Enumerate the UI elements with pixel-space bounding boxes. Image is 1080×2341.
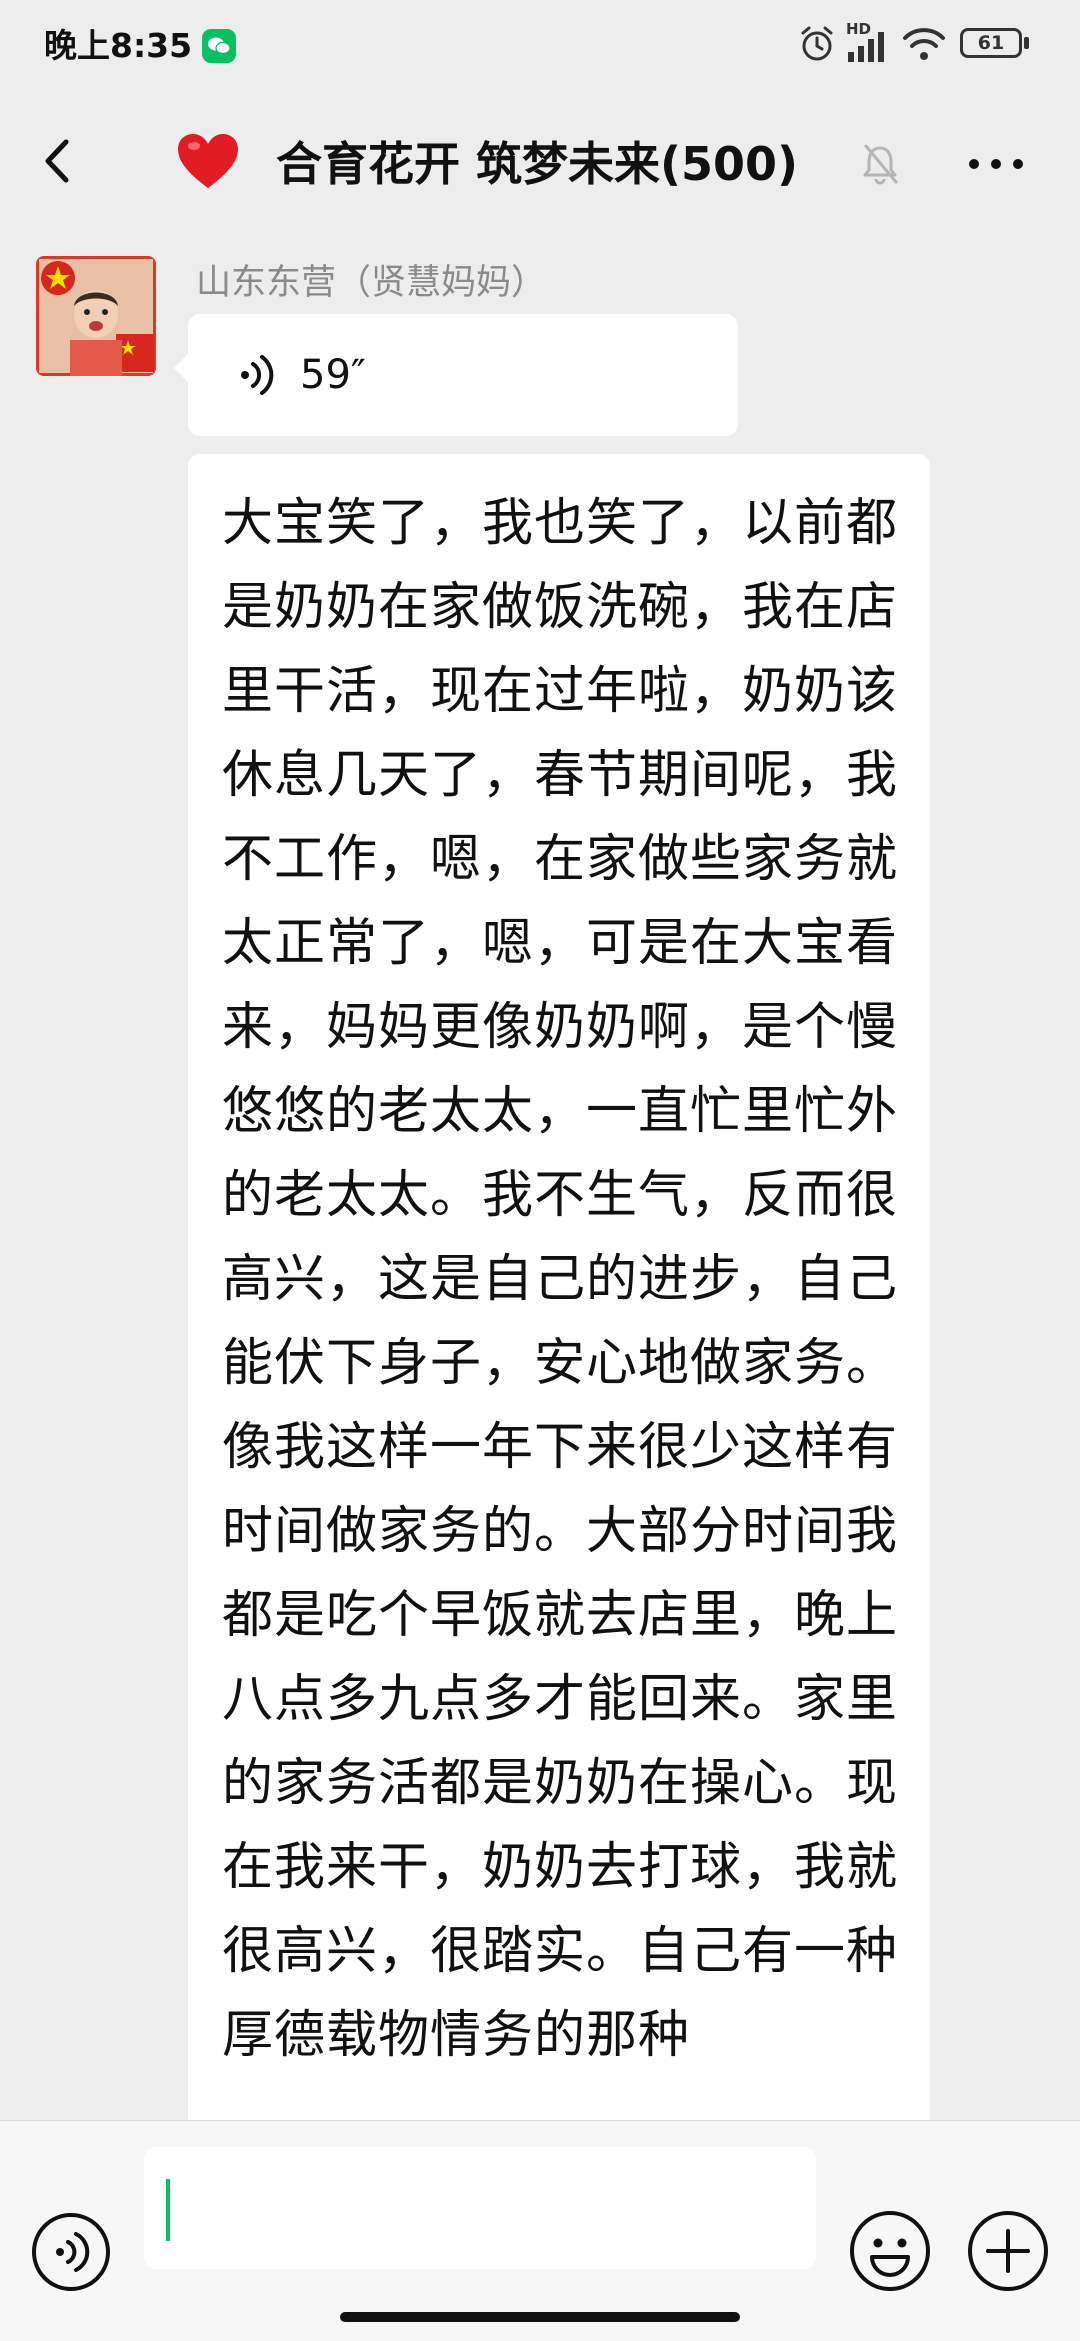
back-button[interactable] bbox=[30, 126, 90, 196]
sender-name: 山东东营（贤慧妈妈） bbox=[196, 263, 547, 303]
status-bar: 晚上8:35 HD 61 bbox=[0, 0, 1080, 92]
chat-title: 合育花开 筑梦未来(500) bbox=[276, 137, 799, 191]
more-button[interactable] bbox=[960, 144, 1032, 184]
text-message-bubble[interactable]: 大宝笑了，我也笑了，以前都是奶奶在家做饭洗碗，我在店里干活，现在过年啦，奶奶该休… bbox=[188, 454, 930, 2120]
bell-off-icon bbox=[860, 142, 900, 186]
emoji-button[interactable] bbox=[848, 2209, 932, 2293]
battery-icon: 61 bbox=[960, 28, 1032, 60]
plus-icon bbox=[968, 2211, 1048, 2291]
avatar[interactable] bbox=[36, 256, 156, 376]
message-text: 大宝笑了，我也笑了，以前都是奶奶在家做饭洗碗，我在店里干活，现在过年啦，奶奶该休… bbox=[222, 494, 899, 2065]
battery-level: 61 bbox=[977, 32, 1005, 54]
status-time: 晚上8:35 bbox=[44, 26, 193, 65]
home-indicator[interactable] bbox=[340, 2312, 740, 2322]
wifi-icon bbox=[903, 28, 945, 60]
chat-message-list[interactable]: 山东东营（贤慧妈妈） 59″ 大宝笑了，我也笑了，以前都是奶奶在家做饭洗碗，我在… bbox=[0, 240, 1080, 2120]
more-dots-icon bbox=[969, 159, 1023, 169]
voice-duration: 59″ bbox=[300, 352, 366, 398]
text-caret bbox=[166, 2179, 170, 2241]
avatar-photo bbox=[36, 256, 156, 376]
heart-icon bbox=[176, 132, 240, 192]
chevron-left-icon bbox=[45, 139, 69, 183]
chat-header: 合育花开 筑梦未来(500) bbox=[0, 92, 1080, 240]
voice-toggle-button[interactable] bbox=[30, 2211, 112, 2293]
voice-toggle-icon bbox=[32, 2213, 110, 2291]
emoji-icon bbox=[850, 2211, 930, 2291]
signal-icon bbox=[848, 32, 884, 62]
input-bar bbox=[0, 2120, 1080, 2341]
wechat-notification-icon bbox=[202, 29, 236, 63]
alarm-icon bbox=[801, 26, 833, 61]
voice-wave-icon bbox=[241, 355, 274, 395]
message-input[interactable] bbox=[144, 2147, 816, 2269]
voice-message-bubble[interactable]: 59″ bbox=[174, 314, 738, 436]
add-button[interactable] bbox=[966, 2209, 1050, 2293]
